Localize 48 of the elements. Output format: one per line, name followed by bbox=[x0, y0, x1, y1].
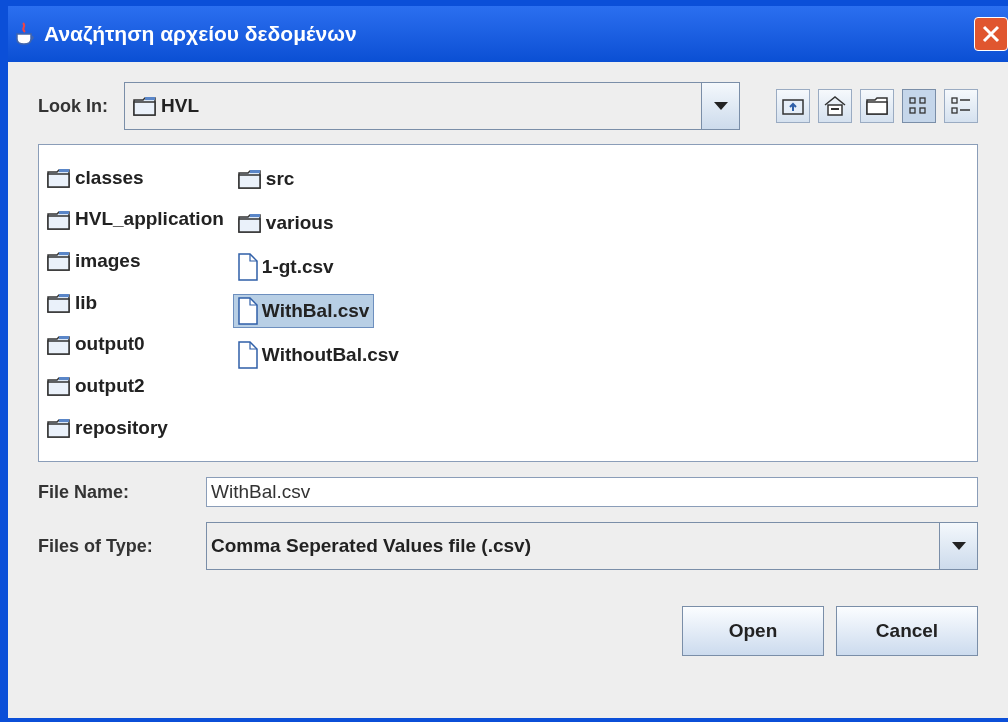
window-title: Αναζήτηση αρχείου δεδομένων bbox=[44, 21, 358, 48]
file-item[interactable]: lib bbox=[42, 287, 103, 319]
file-item[interactable]: src bbox=[232, 162, 300, 196]
file-item[interactable]: HVL_application bbox=[42, 203, 229, 236]
file-icon bbox=[237, 297, 258, 325]
file-item[interactable]: images bbox=[42, 245, 146, 278]
folder-icon bbox=[47, 334, 71, 355]
look-in-dropdown[interactable]: HVL bbox=[124, 82, 740, 130]
toolbar-button[interactable] bbox=[818, 89, 852, 123]
file-item[interactable]: repository bbox=[42, 412, 173, 445]
file-item[interactable]: various bbox=[232, 206, 339, 240]
toolbar-button[interactable] bbox=[776, 89, 810, 123]
details-view-icon bbox=[949, 95, 973, 117]
file-icon bbox=[237, 341, 258, 369]
close-icon bbox=[982, 25, 1000, 43]
folder-icon bbox=[47, 293, 71, 313]
toolbar-button[interactable] bbox=[860, 89, 894, 123]
folder-icon bbox=[47, 167, 71, 188]
close-button[interactable] bbox=[974, 17, 1008, 51]
folder-icon bbox=[47, 418, 71, 439]
folder-icon bbox=[237, 213, 262, 233]
file-icon bbox=[237, 253, 258, 281]
home-icon bbox=[823, 95, 847, 117]
folder-icon bbox=[865, 95, 889, 117]
folder-icon bbox=[237, 169, 262, 189]
file-item[interactable]: WithBal.csv bbox=[232, 294, 375, 328]
file-item[interactable]: 1-gt.csv bbox=[232, 250, 339, 284]
file-item[interactable]: WithoutBal.csv bbox=[232, 338, 404, 372]
caret-icon bbox=[713, 102, 728, 110]
file-item[interactable]: output0 bbox=[42, 328, 150, 361]
file-name-label: File Name: bbox=[38, 480, 131, 504]
coffee-cup-icon bbox=[14, 22, 36, 46]
look-in-label: Look In: bbox=[38, 94, 108, 118]
dialog-button[interactable]: Open bbox=[682, 606, 824, 656]
file-item[interactable]: output2 bbox=[42, 370, 150, 403]
file-name-field[interactable]: WithBal.csv bbox=[206, 477, 978, 507]
folder-icon bbox=[47, 209, 71, 230]
folder-icon bbox=[133, 96, 157, 116]
file-type-dropdown[interactable]: Comma Seperated Values file (.csv) bbox=[206, 522, 978, 570]
dialog-button[interactable]: Cancel bbox=[836, 606, 978, 656]
file-type-label: Files of Type: bbox=[38, 534, 154, 558]
file-type-value: Comma Seperated Values file (.csv) bbox=[210, 533, 532, 558]
look-in-value: HVL bbox=[161, 93, 199, 118]
folder-icon bbox=[47, 251, 71, 272]
caret-icon bbox=[951, 542, 966, 550]
toolbar-button[interactable] bbox=[944, 89, 978, 123]
file-item[interactable]: classes bbox=[42, 162, 149, 194]
folder-icon bbox=[47, 376, 71, 397]
